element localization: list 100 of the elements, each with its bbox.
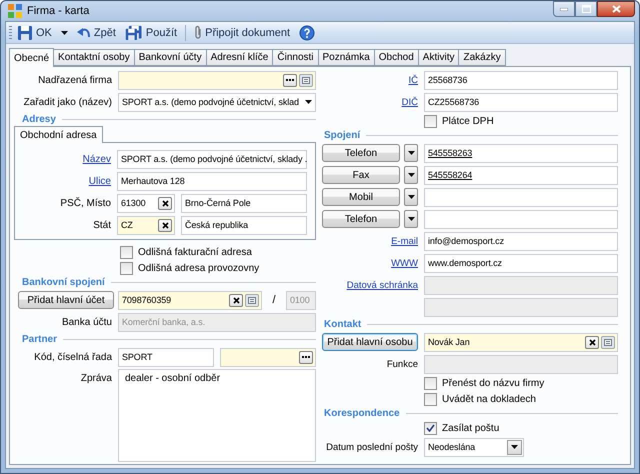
input-field[interactable]: www.demosport.cz — [424, 254, 618, 272]
more-button[interactable] — [283, 74, 297, 86]
input-field[interactable] — [118, 70, 316, 90]
input-field[interactable]: Novák Jan — [424, 332, 618, 352]
link[interactable]: Název — [15, 154, 111, 164]
input-field[interactable] — [424, 210, 618, 228]
field-label: Stát — [92, 220, 111, 230]
input-field[interactable]: 7098760359 — [118, 290, 262, 310]
field-label: Zařadit jako (název) — [22, 96, 112, 108]
tab[interactable]: Zakázky — [459, 49, 506, 66]
input-field[interactable]: Merhautova 128 — [117, 172, 307, 190]
field-label: Datum poslední pošty — [325, 442, 418, 452]
input-field[interactable]: 545558264 — [424, 166, 618, 184]
separator-text: / — [271, 294, 277, 306]
input-field[interactable]: Česká republika — [181, 216, 307, 234]
clear-button[interactable] — [158, 218, 172, 232]
caret-icon — [60, 30, 68, 34]
tab[interactable]: Poznámka — [318, 49, 375, 66]
add-button[interactable]: Přidat hlavní osobu — [322, 333, 418, 351]
dropdown-arrow-button[interactable] — [404, 144, 418, 162]
caret-icon — [304, 100, 312, 104]
input-field[interactable]: CZ — [117, 216, 175, 234]
input-field[interactable]: SPORT a.s. (demo podvojné účetnictví, sklady . — [117, 150, 307, 168]
caret-icon — [408, 217, 414, 221]
checkbox-label: Odlišná fakturační adresa — [138, 246, 252, 258]
clear-button[interactable] — [585, 336, 599, 348]
input-field[interactable] — [424, 188, 618, 206]
field-label: Funkce — [386, 358, 418, 370]
checkbox-label: Odlišná adresa provozovny — [138, 262, 260, 274]
checkbox[interactable] — [424, 114, 437, 128]
link[interactable]: E-mail — [322, 236, 418, 246]
dropdown-arrow-button[interactable] — [404, 166, 418, 184]
check-icon — [426, 424, 435, 432]
ok-button[interactable]: OK — [13, 23, 56, 42]
contact-type-button[interactable]: Telefon — [322, 144, 400, 162]
tab[interactable]: Adresní klíče — [206, 49, 274, 66]
contact-type-button[interactable]: Fax — [322, 166, 400, 184]
tab[interactable]: Činnosti — [273, 49, 319, 66]
toolbar-grip[interactable] — [9, 26, 12, 40]
checkbox[interactable] — [424, 392, 437, 406]
maximize-icon — [582, 5, 590, 13]
text-area[interactable]: dealer - osobní odběr — [118, 369, 316, 462]
link[interactable]: DIČ — [322, 96, 418, 108]
app-icon — [8, 4, 22, 18]
contact-type-button[interactable]: Telefon — [322, 210, 400, 228]
maximize-button[interactable] — [575, 1, 597, 17]
tab[interactable]: Obecné — [9, 48, 54, 67]
link[interactable]: Ulice — [15, 176, 111, 186]
contact-type-button[interactable]: Mobil — [322, 188, 400, 206]
section-title: Spojení — [324, 130, 360, 141]
tab[interactable]: Bankovní účty — [134, 49, 207, 66]
input-field[interactable]: SPORT — [118, 348, 214, 366]
more-button[interactable] — [299, 350, 313, 364]
checkbox[interactable] — [120, 262, 133, 274]
close-button[interactable] — [597, 1, 635, 17]
input-field[interactable]: 545558263 — [424, 144, 618, 162]
section-title: Partner — [22, 334, 58, 345]
tab[interactable]: Obchod — [374, 49, 419, 66]
section-title: Kontakt — [324, 319, 362, 330]
input-field[interactable] — [220, 348, 316, 366]
dropdown-arrow-button[interactable] — [404, 210, 418, 228]
back-button[interactable]: Zpět — [72, 23, 120, 42]
link[interactable]: Datová schránka — [322, 280, 418, 290]
attach-button[interactable]: Připojit dokument — [190, 23, 294, 42]
dropdown[interactable]: Neodeslána — [424, 438, 524, 456]
section-title: Bankovní spojení — [22, 277, 105, 288]
dropdown[interactable]: SPORT a.s. (demo podvojné účetnictví, sklad — [118, 92, 316, 112]
dropdown-arrow-button[interactable] — [507, 440, 522, 454]
checkbox[interactable] — [424, 422, 437, 434]
apply-button[interactable]: Použít — [120, 23, 182, 42]
list-button[interactable] — [299, 74, 313, 86]
dropdown-arrow-button[interactable] — [404, 188, 418, 206]
clear-button[interactable] — [229, 294, 243, 306]
undo-icon — [76, 26, 91, 38]
section-title: Adresy — [22, 114, 56, 125]
link[interactable]: IČ — [322, 74, 418, 86]
list-icon — [604, 338, 612, 346]
input-field[interactable]: info@demosport.cz — [424, 232, 618, 250]
tab[interactable]: Kontaktní osoby — [54, 49, 135, 66]
x-icon — [162, 200, 168, 206]
minimize-button[interactable] — [553, 1, 575, 17]
section-title: Korespondence — [324, 408, 400, 419]
help-icon — [299, 24, 316, 40]
input-field[interactable]: 25568736 — [424, 70, 618, 90]
x-icon — [232, 296, 240, 304]
input-field[interactable]: Brno-Černá Pole — [181, 194, 307, 212]
list-button[interactable] — [601, 336, 615, 348]
checkbox[interactable] — [424, 376, 437, 390]
x-icon — [588, 338, 596, 346]
add-button[interactable]: Přidat hlavní účet — [18, 291, 114, 309]
caret-icon — [408, 173, 414, 177]
tab[interactable]: Aktivity — [418, 49, 460, 66]
input-field[interactable]: CZ25568736 — [424, 92, 618, 112]
checkbox[interactable] — [120, 246, 133, 258]
clear-button[interactable] — [158, 196, 172, 210]
link[interactable]: WWW — [322, 258, 418, 268]
save-icon — [17, 24, 33, 40]
list-button[interactable] — [245, 294, 259, 306]
tab[interactable]: Obchodní adresa — [14, 126, 103, 143]
input-field[interactable]: 61300 — [117, 194, 175, 212]
